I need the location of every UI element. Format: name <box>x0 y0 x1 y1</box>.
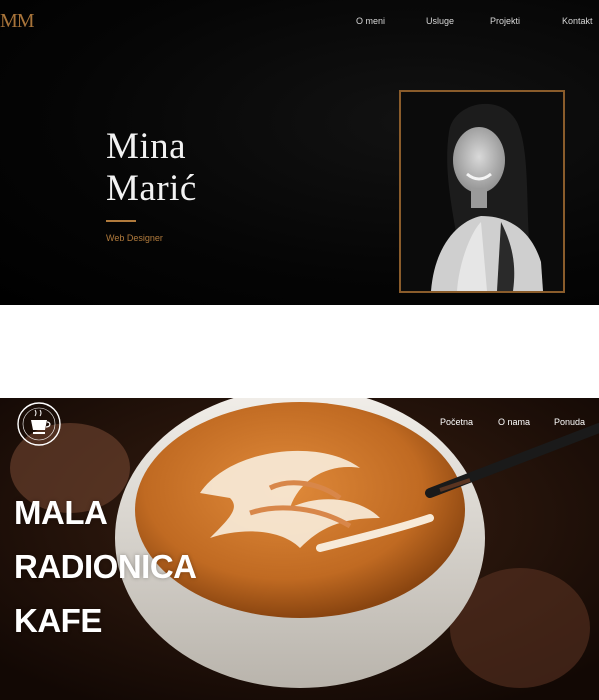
cafe-nav: Početna O nama Ponuda <box>440 417 599 431</box>
hero-name: Mina Marić <box>106 126 197 210</box>
nav-item-projekti[interactable]: Projekti <box>490 16 520 26</box>
cafe-title-line1: MALA <box>14 494 108 531</box>
portfolio-hero: MM O meni Usluge Projekti Kontakt Mina M… <box>0 0 599 305</box>
nav-item-o-nama[interactable]: O nama <box>498 417 530 427</box>
cafe-badge-icon[interactable] <box>16 401 62 447</box>
cafe-title: MALA RADIONICA KAFE <box>14 486 197 648</box>
accent-divider <box>106 220 136 222</box>
portfolio-logo[interactable]: MM <box>0 10 35 33</box>
cafe-title-line2: RADIONICA <box>14 548 197 585</box>
nav-item-kontakt[interactable]: Kontakt <box>562 16 593 26</box>
nav-item-usluge[interactable]: Usluge <box>426 16 454 26</box>
portfolio-nav: O meni Usluge Projekti Kontakt <box>356 16 599 30</box>
portrait-frame <box>399 90 565 293</box>
nav-item-o-meni[interactable]: O meni <box>356 16 385 26</box>
hero-role: Web Designer <box>106 233 163 243</box>
hero-name-last: Marić <box>106 168 197 209</box>
cafe-hero: Početna O nama Ponuda MALA RADIONICA KAF… <box>0 398 599 700</box>
hero-name-first: Mina <box>106 126 187 167</box>
nav-item-pocetna[interactable]: Početna <box>440 417 473 427</box>
nav-item-ponuda[interactable]: Ponuda <box>554 417 585 427</box>
cafe-title-line3: KAFE <box>14 602 102 639</box>
portrait-photo <box>401 92 563 291</box>
